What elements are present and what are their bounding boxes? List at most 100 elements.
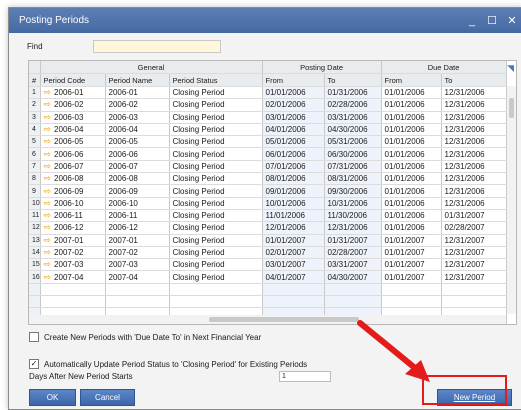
grid-cell[interactable]: 12/31/2007: [441, 246, 507, 260]
grid-cell[interactable]: [40, 295, 106, 309]
grid-cell[interactable]: Closing Period: [169, 234, 263, 247]
grid-cell[interactable]: [105, 295, 170, 309]
grid-cell[interactable]: 04/30/2006: [324, 123, 382, 137]
grid-cell[interactable]: ⇨ 2006-08: [40, 172, 106, 186]
table-row[interactable]: 16 ⇨ 2007-04 2007-04 Closing Period 04/01/200…: [29, 270, 507, 284]
column-header[interactable]: #: [29, 73, 41, 87]
grid-cell[interactable]: 12/31/2006: [441, 197, 507, 210]
grid-cell[interactable]: 01/01/2007: [381, 258, 442, 272]
grid-cell[interactable]: 01/01/2006: [381, 209, 442, 223]
table-row[interactable]: [29, 283, 507, 297]
grid-cell[interactable]: 09/30/2006: [324, 184, 382, 198]
vertical-scrollbar[interactable]: [507, 86, 516, 314]
horizontal-scroll-thumb[interactable]: [209, 317, 359, 322]
column-header[interactable]: Period Status: [169, 73, 263, 87]
period-code[interactable]: ⇨ 2006-06: [44, 149, 102, 160]
period-code[interactable]: ⇨ 2007-01: [44, 235, 102, 246]
grid-cell[interactable]: 2007-01: [105, 234, 170, 247]
grid-cell[interactable]: [105, 283, 170, 297]
grid-cell[interactable]: Closing Period: [169, 221, 263, 235]
link-arrow-icon[interactable]: ⇨: [44, 161, 52, 171]
table-row[interactable]: 7 ⇨ 2006-07 2006-07 Closing Period 07/01/2006…: [29, 160, 507, 174]
period-code[interactable]: ⇨ 2007-03: [44, 259, 102, 270]
period-code[interactable]: ⇨ 2006-02: [44, 99, 102, 110]
grid-cell[interactable]: 2006-11: [105, 209, 170, 223]
grid-cell[interactable]: 12/31/2006: [441, 111, 507, 124]
grid-cell[interactable]: 02/01/2007: [262, 246, 325, 260]
column-header[interactable]: Period Code: [40, 73, 106, 87]
link-arrow-icon[interactable]: ⇨: [44, 125, 52, 134]
maximize-button[interactable]: ☐: [482, 14, 502, 27]
column-header[interactable]: Period Name: [105, 73, 170, 87]
grid-cell[interactable]: 2006-02: [105, 98, 170, 112]
grid-cell[interactable]: ⇨ 2007-02: [40, 246, 106, 260]
table-row[interactable]: 10 ⇨ 2006-10 2006-10 Closing Period 10/01/200…: [29, 197, 507, 210]
grid-cell[interactable]: 02/28/2007: [441, 221, 507, 235]
grid-cell[interactable]: 06/30/2006: [324, 147, 382, 161]
grid-cell[interactable]: ⇨ 2007-01: [40, 234, 106, 247]
grid-cell[interactable]: ⇨ 2006-11: [40, 209, 106, 223]
table-row[interactable]: 3 ⇨ 2006-03 2006-03 Closing Period 03/01/2006…: [29, 111, 507, 124]
grid-cell[interactable]: 2006-01: [105, 86, 170, 100]
grid-cell[interactable]: 02/01/2006: [262, 98, 325, 112]
grid-cell[interactable]: 01/01/2007: [381, 246, 442, 260]
grid-cell[interactable]: 12/31/2006: [441, 86, 507, 100]
grid-cell[interactable]: ⇨ 2006-01: [40, 86, 106, 100]
table-row[interactable]: 1 ⇨ 2006-01 2006-01 Closing Period 01/01/2006…: [29, 86, 507, 100]
link-arrow-icon[interactable]: ⇨: [44, 149, 52, 159]
link-arrow-icon[interactable]: ⇨: [44, 174, 52, 183]
grid-cell[interactable]: Closing Period: [169, 258, 263, 272]
grid-cell[interactable]: 09/01/2006: [262, 184, 325, 198]
period-code[interactable]: ⇨ 2006-11: [44, 210, 102, 221]
table-row[interactable]: 12 ⇨ 2006-12 2006-12 Closing Period 12/01/200…: [29, 221, 507, 235]
grid-cell[interactable]: Closing Period: [169, 160, 263, 174]
table-row[interactable]: [29, 295, 507, 309]
grid-cell[interactable]: 2006-08: [105, 172, 170, 186]
grid-cell[interactable]: Closing Period: [169, 86, 263, 100]
table-row[interactable]: 14 ⇨ 2007-02 2007-02 Closing Period 02/01/200…: [29, 246, 507, 260]
grid-cell[interactable]: Closing Period: [169, 246, 263, 260]
grid-cell[interactable]: [169, 283, 263, 297]
grid-cell[interactable]: [381, 283, 442, 297]
table-row[interactable]: 9 ⇨ 2006-09 2006-09 Closing Period 09/01/2006…: [29, 184, 507, 198]
grid-cell[interactable]: Closing Period: [169, 147, 263, 161]
period-code[interactable]: ⇨ 2006-03: [44, 112, 102, 123]
grid-cell[interactable]: Closing Period: [169, 209, 263, 223]
grid-cell[interactable]: [262, 283, 325, 297]
grid-cell[interactable]: ⇨ 2006-03: [40, 111, 106, 124]
grid-cell[interactable]: Closing Period: [169, 172, 263, 186]
grid-cell[interactable]: 2007-04: [105, 270, 170, 284]
create-new-periods-option[interactable]: Create New Periods with 'Due Date To' in…: [29, 332, 261, 342]
grid-cell[interactable]: 05/01/2006: [262, 135, 325, 149]
column-header[interactable]: From: [381, 73, 442, 87]
grid-cell[interactable]: Closing Period: [169, 98, 263, 112]
grid-cell[interactable]: 01/01/2006: [381, 184, 442, 198]
grid-cell[interactable]: 2006-03: [105, 111, 170, 124]
grid-cell[interactable]: 01/01/2006: [381, 98, 442, 112]
grid-cell[interactable]: 01/01/2006: [381, 197, 442, 210]
grid-cell[interactable]: [441, 295, 507, 309]
link-arrow-icon[interactable]: ⇨: [44, 100, 52, 109]
grid-cell[interactable]: 07/01/2006: [262, 160, 325, 174]
period-code[interactable]: ⇨ 2007-02: [44, 247, 102, 258]
column-header[interactable]: From: [262, 73, 325, 87]
grid-cell[interactable]: 01/01/2006: [381, 123, 442, 137]
link-arrow-icon[interactable]: ⇨: [44, 223, 52, 232]
grid-cell[interactable]: Closing Period: [169, 111, 263, 124]
grid-cell[interactable]: 08/31/2006: [324, 172, 382, 186]
ok-button[interactable]: OK: [29, 389, 76, 406]
auto-update-status-option[interactable]: ✓ Automatically Update Period Status to …: [29, 359, 307, 369]
grid-cell[interactable]: 12/31/2007: [441, 258, 507, 272]
link-arrow-icon[interactable]: ⇨: [44, 198, 52, 208]
grid-cell[interactable]: 12/01/2006: [262, 221, 325, 235]
period-code[interactable]: ⇨ 2006-04: [44, 124, 102, 135]
auto-update-status-checkbox[interactable]: ✓: [29, 359, 39, 369]
column-header[interactable]: To: [441, 73, 507, 87]
grid-cell[interactable]: 01/01/2006: [381, 111, 442, 124]
grid-cell[interactable]: Closing Period: [169, 135, 263, 149]
grid-cell[interactable]: 2006-05: [105, 135, 170, 149]
grid-cell[interactable]: 03/01/2007: [262, 258, 325, 272]
grid-cell[interactable]: 04/01/2006: [262, 123, 325, 137]
grid-cell[interactable]: 12/31/2006: [441, 160, 507, 174]
grid-cell[interactable]: 10/01/2006: [262, 197, 325, 210]
